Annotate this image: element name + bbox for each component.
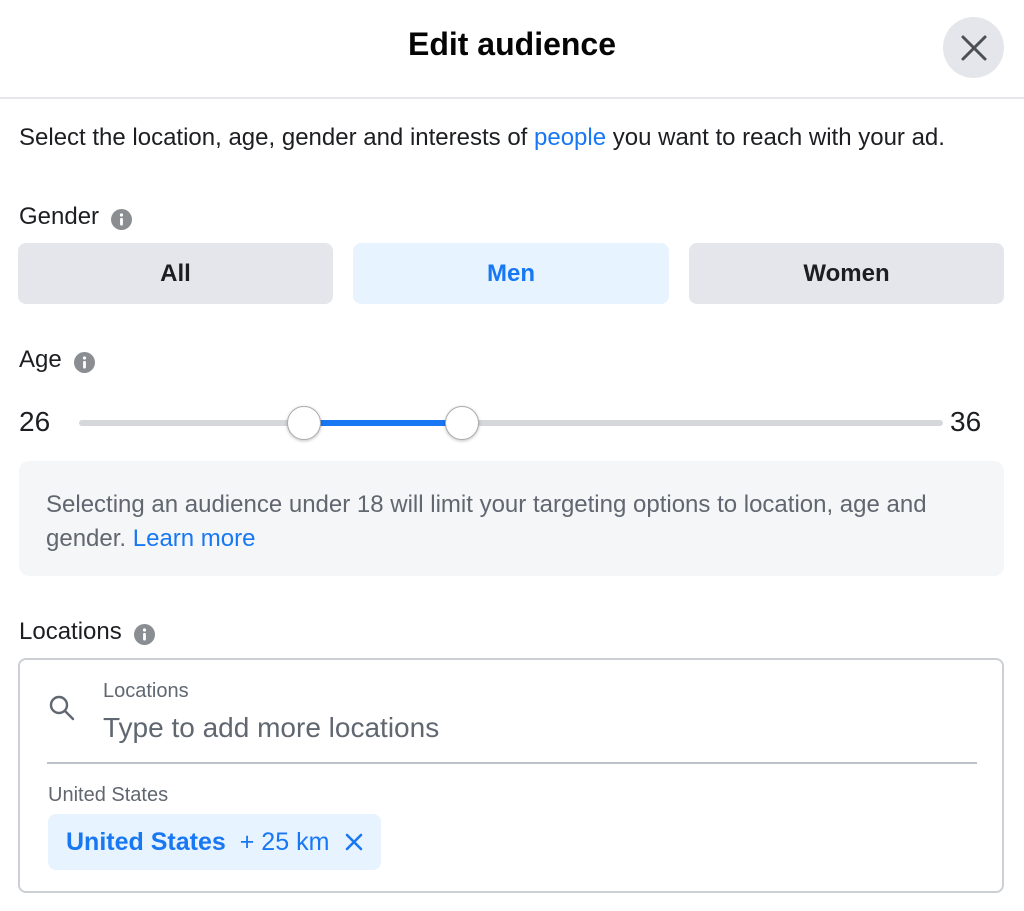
age-min-value: 26: [19, 406, 51, 437]
locations-box: Locations United States United States + …: [18, 658, 1004, 893]
locations-divider: [47, 762, 977, 764]
age-slider-max-handle[interactable]: [445, 406, 479, 440]
locations-label: Locations: [19, 618, 155, 646]
gender-label-text: Gender: [19, 203, 100, 230]
age-slider-range: [304, 420, 462, 426]
info-glyph-icon: [142, 627, 146, 640]
age-info-icon[interactable]: [73, 351, 95, 373]
locations-info-icon[interactable]: [133, 623, 155, 645]
age-notice: Selecting an audience under 18 will limi…: [19, 461, 1004, 576]
people-link[interactable]: people: [534, 124, 606, 151]
dialog-title: Edit audience: [407, 26, 617, 62]
age-max-value: 36: [950, 406, 982, 437]
age-slider-min-handle[interactable]: [287, 406, 321, 440]
close-button[interactable]: [943, 17, 1004, 78]
intro-text-end: you want to reach with your ad.: [606, 124, 945, 151]
locations-search-input[interactable]: [103, 710, 963, 746]
locations-field-label: Locations: [103, 680, 189, 702]
remove-location-button[interactable]: [345, 833, 363, 851]
location-chip-name: United States: [66, 827, 226, 856]
gender-label: Gender: [19, 203, 133, 231]
location-chip-radius[interactable]: + 25 km: [240, 828, 330, 857]
age-slider-track[interactable]: [79, 420, 943, 426]
locations-label-text: Locations: [19, 618, 122, 645]
location-group-label: United States: [48, 784, 169, 806]
location-chip[interactable]: United States + 25 km: [48, 814, 382, 870]
gender-info-icon[interactable]: [111, 208, 133, 230]
intro-text: Select the location, age, gender and int…: [19, 121, 999, 155]
learn-more-link[interactable]: Learn more: [133, 525, 256, 552]
age-label: Age: [19, 346, 95, 374]
info-glyph-icon: [82, 355, 86, 368]
close-icon: [961, 35, 986, 60]
dialog-header: Edit audience: [0, 0, 1024, 99]
age-label-text: Age: [19, 346, 62, 373]
info-glyph-icon: [119, 212, 124, 225]
gender-option-all[interactable]: All: [18, 243, 333, 304]
gender-option-women[interactable]: Women: [689, 243, 1004, 304]
search-icon: [48, 694, 76, 727]
intro-text-start: Select the location, age, gender and int…: [19, 124, 535, 151]
remove-icon: [346, 833, 363, 851]
gender-option-men[interactable]: Men: [353, 243, 669, 304]
